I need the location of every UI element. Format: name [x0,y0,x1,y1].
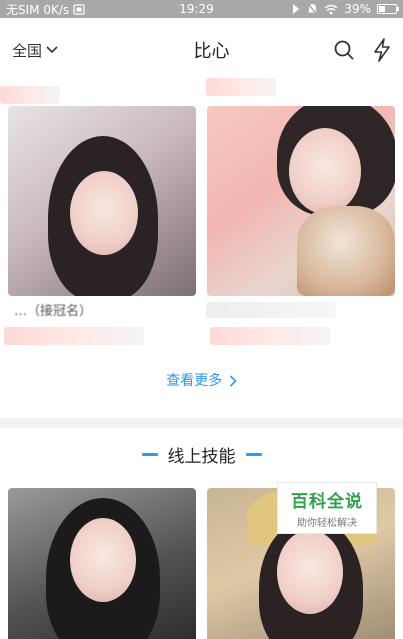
blurred-text [210,327,330,345]
card-caption: …（接冠名） [14,304,93,319]
see-more-label: 查看更多 [166,373,223,389]
blurred-text [0,86,60,104]
lightning-icon[interactable] [373,38,391,62]
wifi-icon [324,4,338,15]
blurred-text [206,302,336,318]
status-time: 19:29 [179,2,214,16]
region-label: 全国 [12,41,43,60]
content: …（接冠名） 查看更多 线上技能 [0,78,403,639]
see-more-link[interactable]: 查看更多 [0,370,403,390]
battery-icon [377,4,399,14]
profile-photo [289,128,361,214]
profile-card[interactable] [8,106,196,296]
header-actions [305,38,391,62]
blurred-text [4,327,144,345]
status-bar: 无SIM 0K/s 19:29 39% [0,0,403,18]
nfc-icon [291,3,301,15]
chevron-down-icon [46,46,58,54]
profile-photo [70,518,136,602]
profile-photo [70,171,138,255]
watermark: 百科全说 助你轻松解决 [277,482,377,534]
top-nav: 全国 比心 [0,18,403,82]
battery-fill [379,6,385,12]
region-selector[interactable]: 全国 [12,40,82,61]
section-title-text: 线上技能 [167,447,236,467]
watermark-subtitle: 助你轻松解决 [297,518,357,529]
blurred-text [206,78,276,96]
heading-dash [245,453,262,456]
profile-card[interactable] [8,488,196,639]
profile-photo [277,530,343,614]
watermark-title: 百科全说 [291,492,363,512]
heading-dash [141,453,158,456]
featured-section: …（接冠名） 查看更多 [0,78,403,418]
section-heading: 线上技能 [0,442,403,467]
page-title: 比心 [193,41,230,62]
status-left: 无SIM 0K/s [6,1,156,18]
profile-card[interactable] [207,106,395,296]
bell-off-icon [307,3,318,15]
status-right: 39% [267,2,399,16]
cat-image [297,206,395,296]
chevron-right-icon [229,375,237,387]
search-icon[interactable] [333,39,355,61]
battery-text: 39% [344,2,371,16]
sim-icon [73,3,85,15]
carrier-text: 无SIM 0K/s [6,2,70,17]
